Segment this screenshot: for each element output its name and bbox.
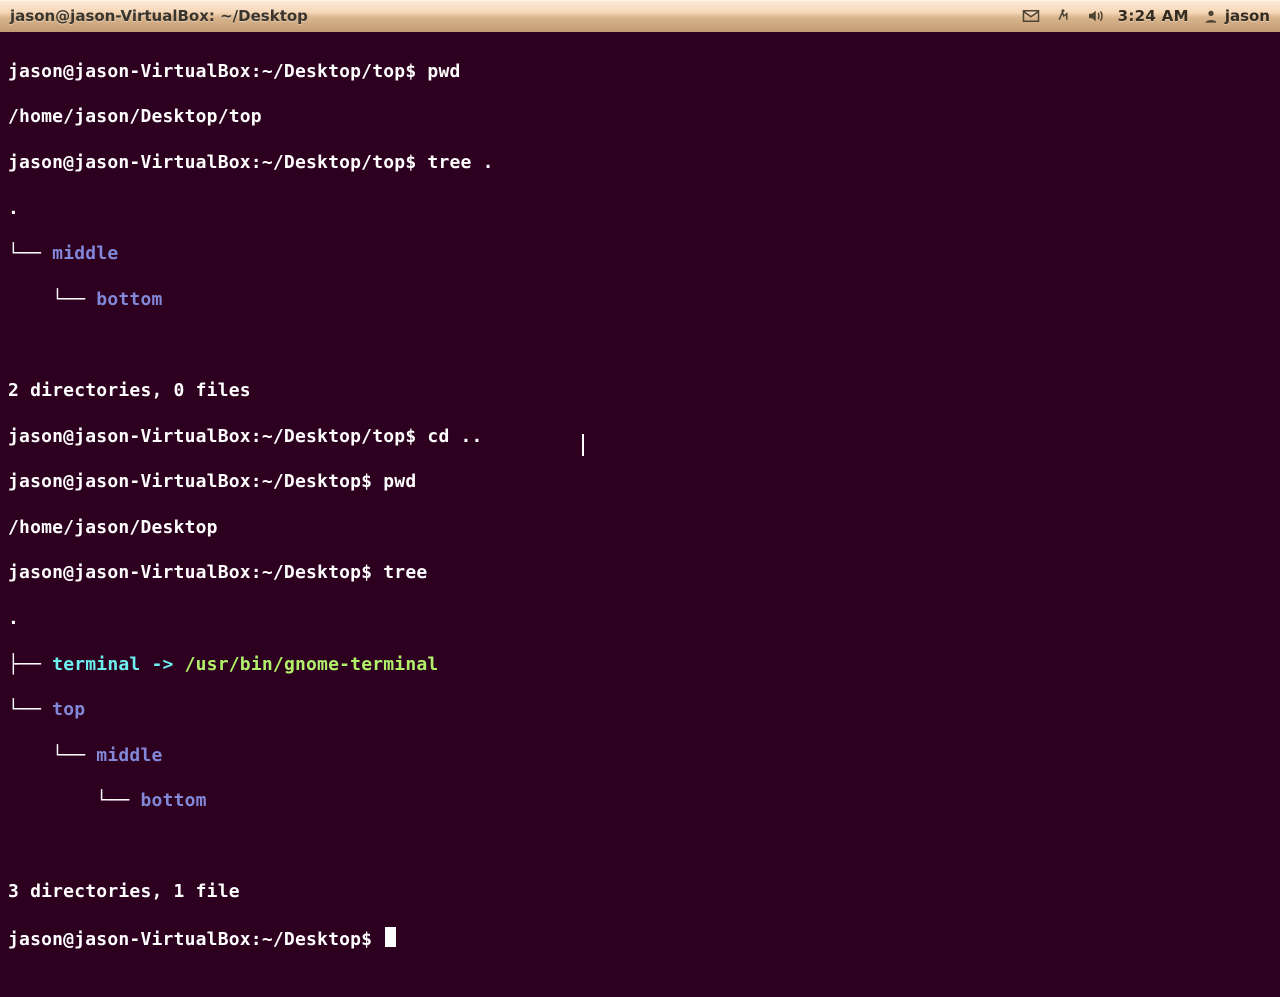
tree-summary: 2 directories, 0 files — [8, 380, 1272, 403]
tree-row: └── top — [8, 699, 1272, 722]
blank-line — [8, 836, 1272, 859]
tree-summary: 3 directories, 1 file — [8, 881, 1272, 904]
prompt-line: jason@jason-VirtualBox:~/Desktop$ tree — [8, 562, 1272, 585]
mail-icon[interactable] — [1022, 7, 1040, 25]
tree-row: └── middle — [8, 745, 1272, 768]
network-icon[interactable] — [1054, 7, 1072, 25]
clock[interactable]: 3:24 AM — [1118, 7, 1189, 25]
window-titlebar[interactable]: jason@jason-VirtualBox: ~/Desktop 3:24 A… — [0, 0, 1280, 32]
prompt-line: jason@jason-VirtualBox:~/Desktop$ pwd — [8, 471, 1272, 494]
output-line: /home/jason/Desktop/top — [8, 106, 1272, 129]
tree-row: └── middle — [8, 243, 1272, 266]
volume-icon[interactable] — [1086, 7, 1104, 25]
tree-row: └── bottom — [8, 790, 1272, 813]
prompt-line: jason@jason-VirtualBox:~/Desktop/top$ pw… — [8, 61, 1272, 84]
tree-row: ├── terminal -> /usr/bin/gnome-terminal — [8, 654, 1272, 677]
prompt-line: jason@jason-VirtualBox:~/Desktop/top$ cd… — [8, 426, 1272, 449]
system-tray: 3:24 AM jason — [1022, 7, 1280, 25]
tree-row: └── bottom — [8, 289, 1272, 312]
user-name: jason — [1225, 7, 1270, 25]
user-menu[interactable]: jason — [1203, 7, 1270, 25]
tree-root: . — [8, 608, 1272, 631]
window-title: jason@jason-VirtualBox: ~/Desktop — [0, 7, 308, 25]
blank-line — [8, 334, 1272, 357]
block-cursor — [385, 927, 396, 947]
tree-root: . — [8, 198, 1272, 221]
prompt-line: jason@jason-VirtualBox:~/Desktop/top$ tr… — [8, 152, 1272, 175]
terminal-viewport[interactable]: jason@jason-VirtualBox:~/Desktop/top$ pw… — [0, 32, 1280, 720]
prompt-line: jason@jason-VirtualBox:~/Desktop$ — [8, 927, 1272, 952]
output-line: /home/jason/Desktop — [8, 517, 1272, 540]
